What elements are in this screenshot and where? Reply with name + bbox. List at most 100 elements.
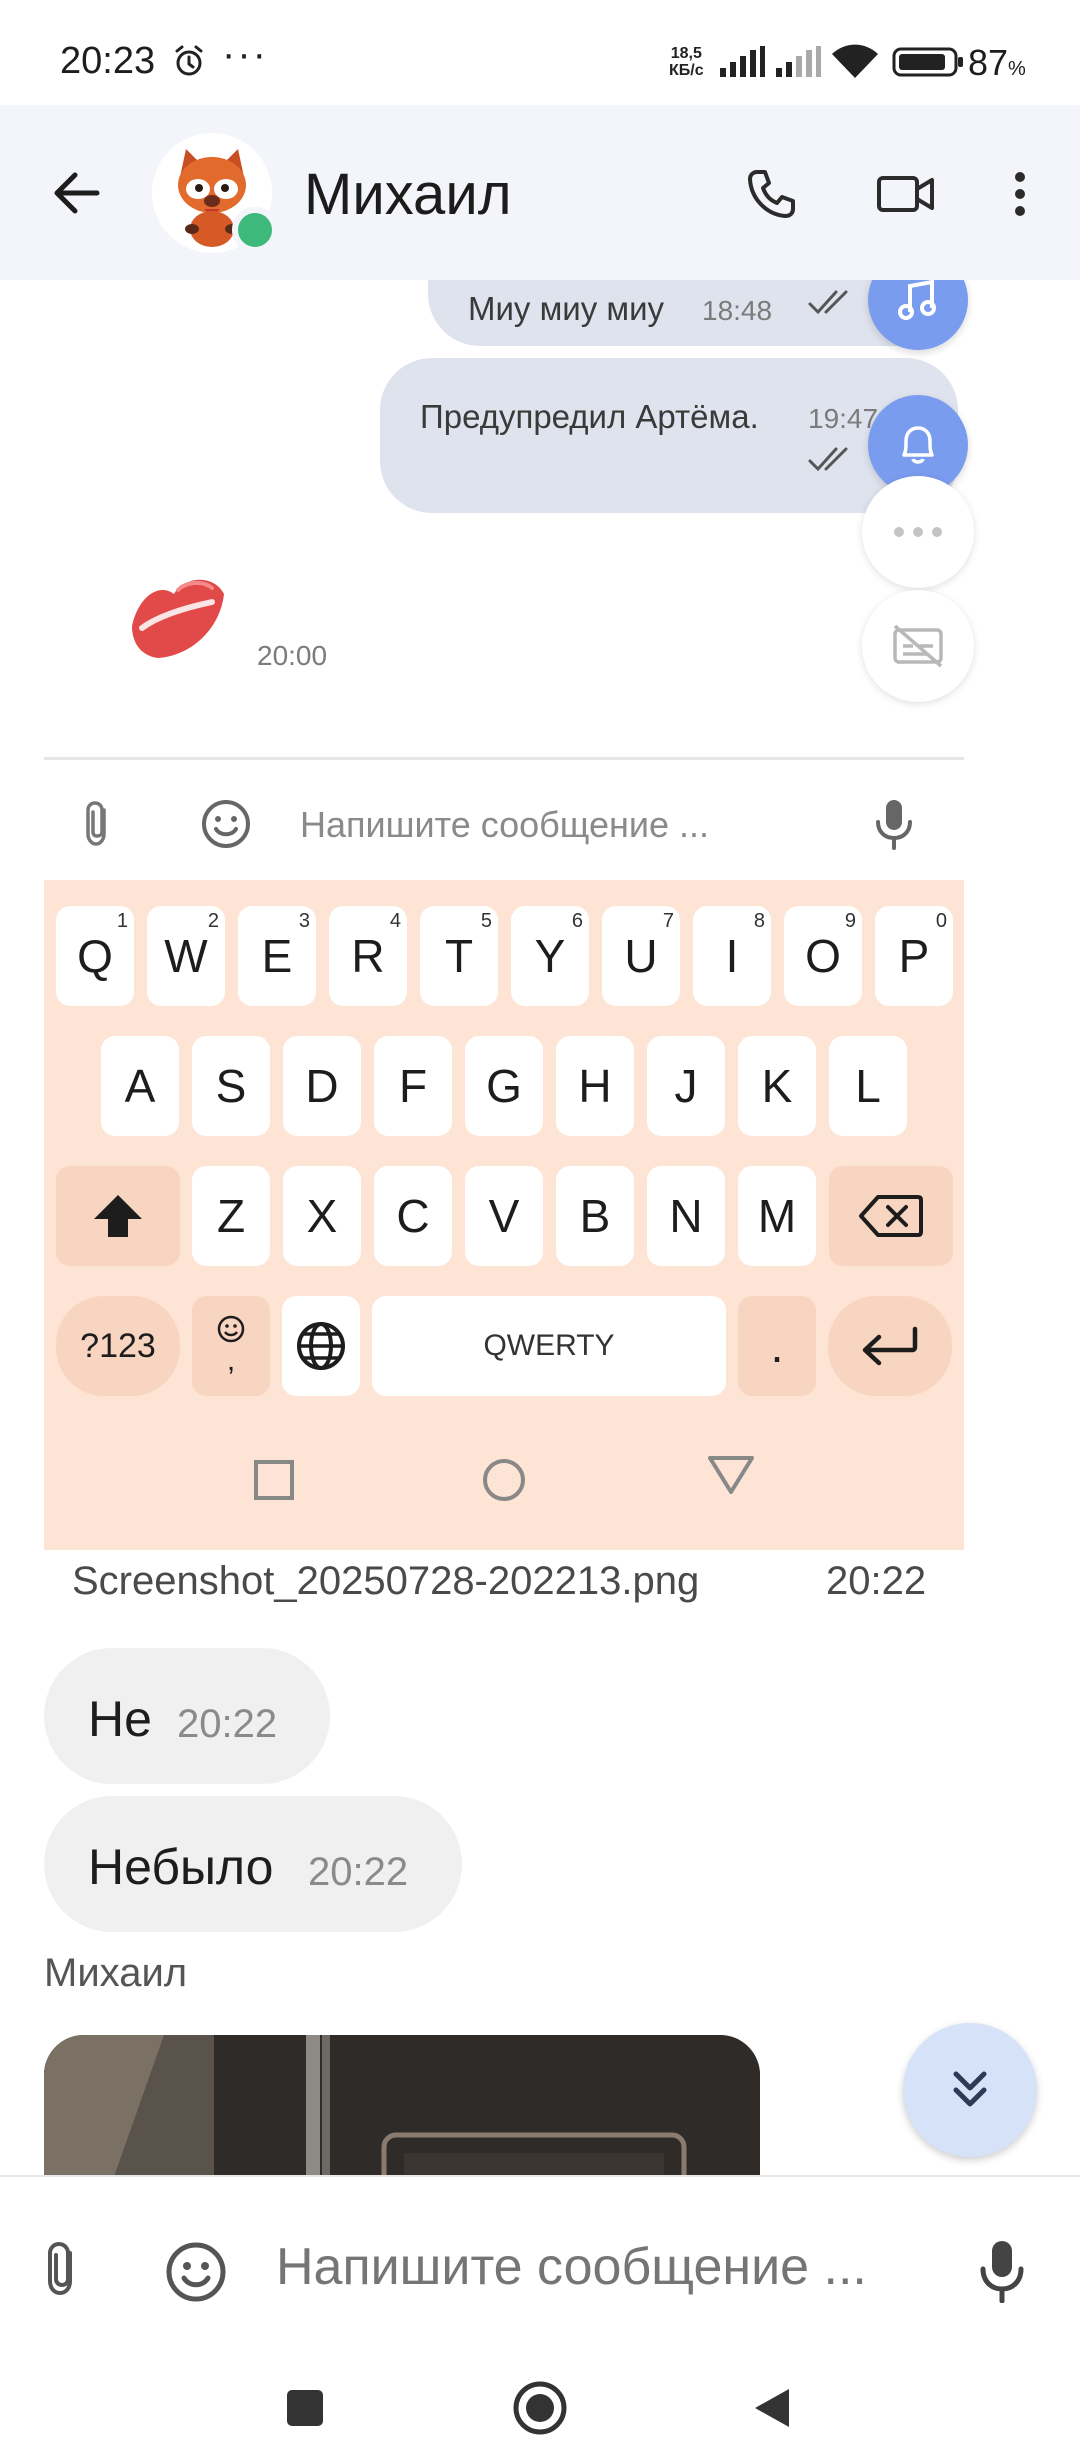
home-circle-icon: [513, 2381, 567, 2435]
backspace-key: [829, 1166, 953, 1266]
recents-square-icon: [252, 1458, 296, 1507]
key-i: I8: [693, 906, 771, 1006]
home-circle-icon: [480, 1456, 528, 1509]
message-composer: [0, 2175, 1080, 2351]
photo-message[interactable]: [44, 2035, 760, 2180]
enter-icon: [862, 1326, 918, 1366]
key-z: Z: [192, 1166, 270, 1266]
music-note-icon: [898, 280, 936, 320]
status-time: 20:23: [60, 40, 156, 82]
signal-icon: [718, 46, 766, 83]
sticker-time: 20:00: [257, 640, 328, 671]
emoji-icon: [166, 2242, 226, 2302]
key-e: E3: [238, 906, 316, 1006]
subtitles-off-icon: [893, 624, 943, 668]
key-x: X: [283, 1166, 361, 1266]
alarm-icon: [172, 44, 206, 83]
battery-percent: 87%: [968, 42, 1026, 83]
symbols-key: ?123: [56, 1296, 180, 1396]
key-m: M: [738, 1166, 816, 1266]
contact-name[interactable]: Михаил: [304, 161, 512, 228]
key-r: R4: [329, 906, 407, 1006]
back-arrow-icon: [54, 172, 100, 214]
emoji-icon: [200, 798, 252, 855]
key-g: G: [465, 1036, 543, 1136]
space-key: QWERTY: [372, 1296, 726, 1396]
paperclip-icon: [48, 2241, 72, 2296]
key-y: Y6: [511, 906, 589, 1006]
message-text: Не: [88, 1691, 152, 1747]
message-time: 19:47: [808, 403, 879, 434]
read-checkmarks-icon: [808, 445, 858, 480]
subtitles-off-button[interactable]: [862, 590, 974, 702]
shift-key: [56, 1166, 180, 1266]
message-time: 18:48: [702, 295, 773, 326]
key-a: A: [101, 1036, 179, 1136]
back-triangle-icon: [755, 2389, 789, 2427]
key-q: Q1: [56, 906, 134, 1006]
incoming-message[interactable]: Небыло 20:22: [44, 1796, 462, 1932]
key-j: J: [647, 1036, 725, 1136]
preview-divider: [44, 757, 964, 760]
message-time: 20:22: [308, 1850, 409, 1894]
key-d: D: [283, 1036, 361, 1136]
chat-header: Михаил: [0, 105, 1080, 280]
key-k: K: [738, 1036, 816, 1136]
microphone-icon: [980, 2241, 1024, 2304]
lips-kiss-icon[interactable]: [128, 568, 228, 673]
phone-icon: [748, 170, 795, 218]
key-t: T5: [420, 906, 498, 1006]
period-key: .: [738, 1296, 816, 1396]
more-notifications-icon: ···: [222, 32, 268, 76]
backspace-icon: [859, 1195, 923, 1237]
online-status-dot: [232, 207, 278, 253]
recents-button[interactable]: [265, 2373, 345, 2443]
call-button[interactable]: [736, 159, 806, 229]
read-checkmarks-icon: [808, 288, 858, 323]
back-nav-button[interactable]: [732, 2373, 812, 2443]
bell-icon: [902, 426, 934, 464]
system-nav-bar: [0, 2351, 1080, 2460]
emoji-button[interactable]: [165, 2241, 227, 2308]
key-v: V: [465, 1166, 543, 1266]
chat-messages[interactable]: Миу миу миу 18:48 Предупредил Артёма. 19…: [0, 280, 1080, 2180]
network-speed: 18,5 КБ/с: [669, 45, 704, 79]
battery-icon: [892, 47, 964, 82]
preview-keyboard: Q1 W2 E3 R4 T5 Y6 U7 I8 O9 P0 A S D F G …: [44, 880, 964, 1550]
key-l: L: [829, 1036, 907, 1136]
key-n: N: [647, 1166, 725, 1266]
file-name[interactable]: Screenshot_20250728-202213.png: [72, 1559, 699, 1604]
message-input[interactable]: [276, 2237, 916, 2297]
key-c: C: [374, 1166, 452, 1266]
language-key: [282, 1296, 360, 1396]
signal-weak-icon: [774, 46, 822, 83]
back-button[interactable]: [40, 163, 112, 223]
enter-key: [828, 1296, 952, 1396]
key-s: S: [192, 1036, 270, 1136]
wifi-icon: [830, 44, 880, 85]
paperclip-icon: [80, 800, 114, 853]
double-chevron-down-icon: [953, 2071, 987, 2107]
video-call-button[interactable]: [866, 159, 946, 229]
more-vert-icon: [1015, 172, 1025, 216]
globe-icon: [297, 1322, 345, 1370]
key-b: B: [556, 1166, 634, 1266]
more-horiz-icon: [894, 527, 942, 537]
shift-icon: [94, 1195, 142, 1237]
more-horiz-button[interactable]: [862, 476, 974, 588]
attach-button[interactable]: [40, 2241, 84, 2302]
microphone-button[interactable]: [978, 2239, 1026, 2308]
emoji-comma-key: ,: [192, 1296, 270, 1396]
home-button[interactable]: [500, 2373, 580, 2443]
right-edge: [964, 280, 1080, 1780]
back-triangle-icon: [706, 1452, 756, 1503]
emoji-small-icon: [217, 1315, 245, 1343]
key-w: W2: [147, 906, 225, 1006]
scroll-to-bottom-button[interactable]: [903, 2023, 1037, 2157]
file-time: 20:22: [826, 1559, 927, 1603]
incoming-message[interactable]: Не 20:22: [44, 1648, 330, 1784]
status-bar: 20:23 ··· 18,5 КБ/с 87%: [0, 0, 1080, 105]
recents-square-icon: [287, 2390, 323, 2426]
more-options-button[interactable]: [1000, 159, 1040, 229]
photo-thumbnail: [44, 2035, 760, 2180]
